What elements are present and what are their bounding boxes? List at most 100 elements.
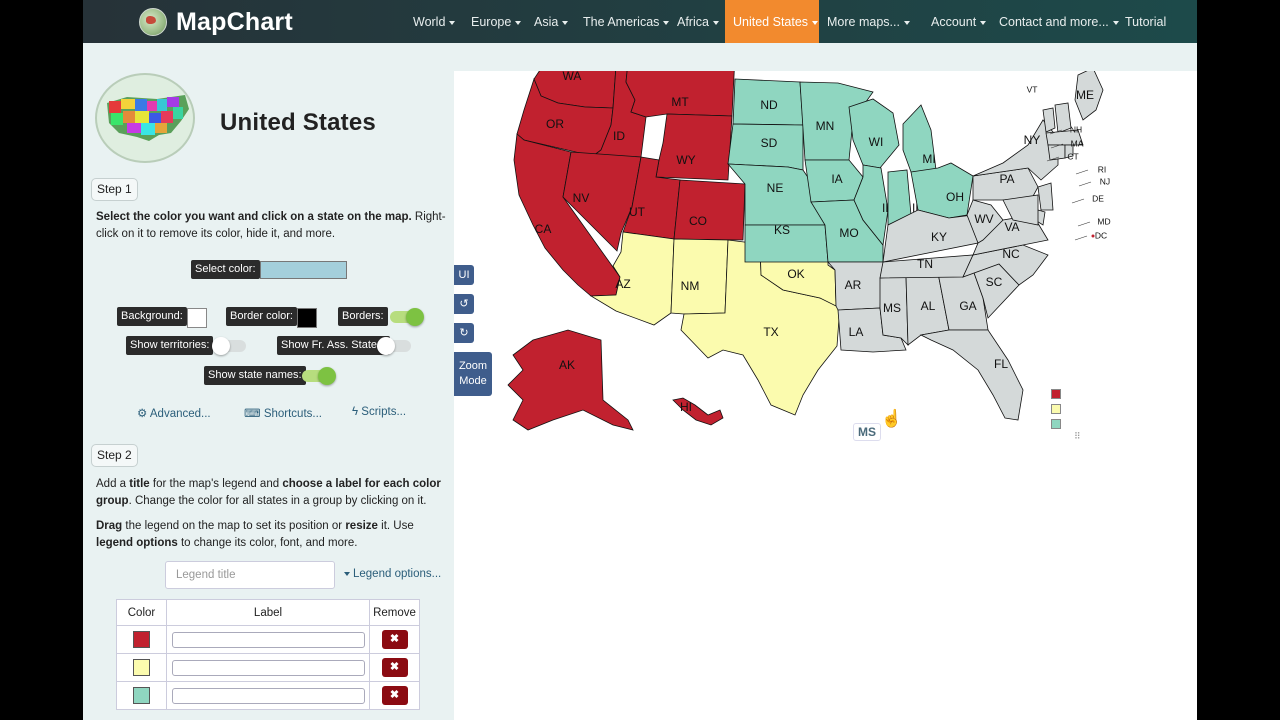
map-legend-swatch-yellow[interactable] [1051, 404, 1061, 414]
background-color-swatch[interactable] [187, 308, 207, 328]
state-label-ks: KS [774, 223, 790, 237]
map-area[interactable]: UI ↺ ↻ Zoom Mode WA OR CA ID NV MT WY UT CO AZ NM TX… [454, 71, 1197, 720]
state-nh[interactable] [1054, 102, 1072, 134]
legend-table: Color Label Remove ✖ ✖ ✖ [116, 599, 420, 710]
state-label-nd: ND [760, 98, 778, 112]
map-legend-swatch-teal[interactable] [1051, 419, 1061, 429]
state-label-wi: WI [869, 135, 884, 149]
keyboard-icon: ⌨ [244, 408, 261, 420]
state-label-hi: HI [680, 400, 692, 414]
nav-americas[interactable]: The Americas [575, 0, 677, 43]
hand-cursor-icon: ☝ [881, 409, 903, 428]
state-label-ri: RI [1098, 164, 1107, 174]
state-ak[interactable] [507, 329, 634, 431]
caret-down-icon [344, 571, 350, 576]
globe-icon [139, 8, 167, 36]
gear-icon: ⚙ [137, 408, 148, 420]
nav-asia[interactable]: Asia [526, 0, 576, 43]
close-icon: ✖ [389, 661, 400, 673]
caret-down-icon [812, 20, 819, 25]
shortcuts-link[interactable]: ⌨ Shortcuts... [244, 406, 322, 420]
state-label-ms: MS [883, 301, 901, 315]
state-tooltip: MS [853, 423, 881, 441]
caret-down-icon [903, 20, 910, 25]
step1-badge: Step 1 [91, 178, 138, 201]
state-label-az: AZ [615, 277, 630, 291]
show-territories-toggle[interactable] [212, 337, 246, 355]
legend-color-swatch[interactable] [133, 687, 150, 704]
remove-button[interactable]: ✖ [381, 658, 408, 677]
state-label-or: OR [546, 117, 564, 131]
brand-name: MapChart [176, 7, 293, 36]
state-mt[interactable] [625, 71, 735, 118]
state-wy[interactable] [655, 113, 733, 181]
caret-down-icon [515, 20, 522, 25]
nav-contact[interactable]: Contact and more... [991, 0, 1127, 43]
remove-header: Remove [369, 599, 420, 626]
state-label-ak: AK [559, 358, 575, 372]
nav-account[interactable]: Account [923, 0, 994, 43]
legend-resize-icon[interactable]: ⠿ [1074, 431, 1081, 442]
borders-label: Borders: [338, 307, 388, 326]
state-fl[interactable] [919, 329, 1024, 421]
show-fr-states-toggle[interactable] [377, 337, 411, 355]
show-state-names-toggle[interactable] [302, 367, 336, 385]
state-label-fl: FL [994, 357, 1008, 371]
nav-africa[interactable]: Africa [669, 0, 727, 43]
leader-line [1077, 221, 1091, 227]
nav-europe[interactable]: Europe [463, 0, 529, 43]
state-label-mt: MT [671, 95, 689, 109]
state-nj[interactable] [1037, 182, 1054, 211]
legend-label-input[interactable] [171, 631, 365, 648]
state-label-ne: NE [767, 181, 784, 195]
state-label-ut: UT [629, 205, 646, 219]
nav-united-states[interactable]: United States [725, 0, 819, 43]
dc-marker[interactable] [1091, 234, 1095, 238]
leader-line [1078, 181, 1092, 187]
remove-button[interactable]: ✖ [381, 686, 408, 705]
state-label-nc: NC [1002, 247, 1020, 261]
state-nm[interactable] [670, 238, 729, 315]
legend-row: ✖ [116, 625, 420, 654]
state-label-ok: OK [787, 267, 804, 281]
background-label: Background: [117, 307, 187, 326]
step2-instructions-2: Drag the legend on the map to set its po… [96, 520, 414, 549]
state-label-ia: IA [831, 172, 842, 186]
state-label-al: AL [921, 299, 936, 313]
state-label-wv: WV [974, 212, 993, 226]
nav-more-maps[interactable]: More maps... [819, 0, 918, 43]
top-navbar: MapChart World Europe Asia The Americas … [83, 0, 1197, 43]
state-label-sc: SC [986, 275, 1003, 289]
legend-color-swatch[interactable] [133, 631, 150, 648]
select-color-picker[interactable] [260, 261, 347, 279]
legend-color-swatch[interactable] [133, 659, 150, 676]
advanced-link[interactable]: ⚙ Advanced... [137, 406, 211, 420]
legend-label-input[interactable] [171, 687, 365, 704]
map-legend-swatch-red[interactable] [1051, 389, 1061, 399]
state-wi[interactable] [848, 98, 900, 169]
state-label-tx: TX [763, 325, 778, 339]
border-color-swatch[interactable] [297, 308, 317, 328]
scripts-link[interactable]: ϟ Scripts... [352, 406, 406, 418]
state-label-la: LA [849, 325, 864, 339]
state-label-ga: GA [959, 299, 976, 313]
remove-button[interactable]: ✖ [381, 630, 408, 649]
nav-world[interactable]: World [405, 0, 463, 43]
state-label-me: ME [1076, 88, 1094, 102]
borders-toggle[interactable] [390, 308, 424, 326]
us-map-thumbnail [95, 73, 195, 163]
page-title: United States [220, 109, 376, 136]
legend-options-link[interactable]: Legend options... [344, 568, 441, 580]
state-label-mi: MI [922, 152, 935, 166]
state-label-co: CO [689, 214, 707, 228]
legend-label-input[interactable] [171, 659, 365, 676]
state-co[interactable] [673, 179, 746, 241]
state-label-wa: WA [563, 71, 582, 83]
leader-line [1074, 235, 1088, 241]
nav-tutorial[interactable]: Tutorial [1117, 0, 1174, 43]
us-map[interactable]: WA OR CA ID NV MT WY UT CO AZ NM TX OK ND SD NE KS MN IA MO… [454, 71, 1197, 720]
legend-title-input[interactable]: Legend title [165, 561, 335, 589]
leader-line [1075, 169, 1089, 175]
state-label-de: DE [1092, 193, 1104, 203]
brand-logo[interactable]: MapChart [139, 6, 293, 38]
